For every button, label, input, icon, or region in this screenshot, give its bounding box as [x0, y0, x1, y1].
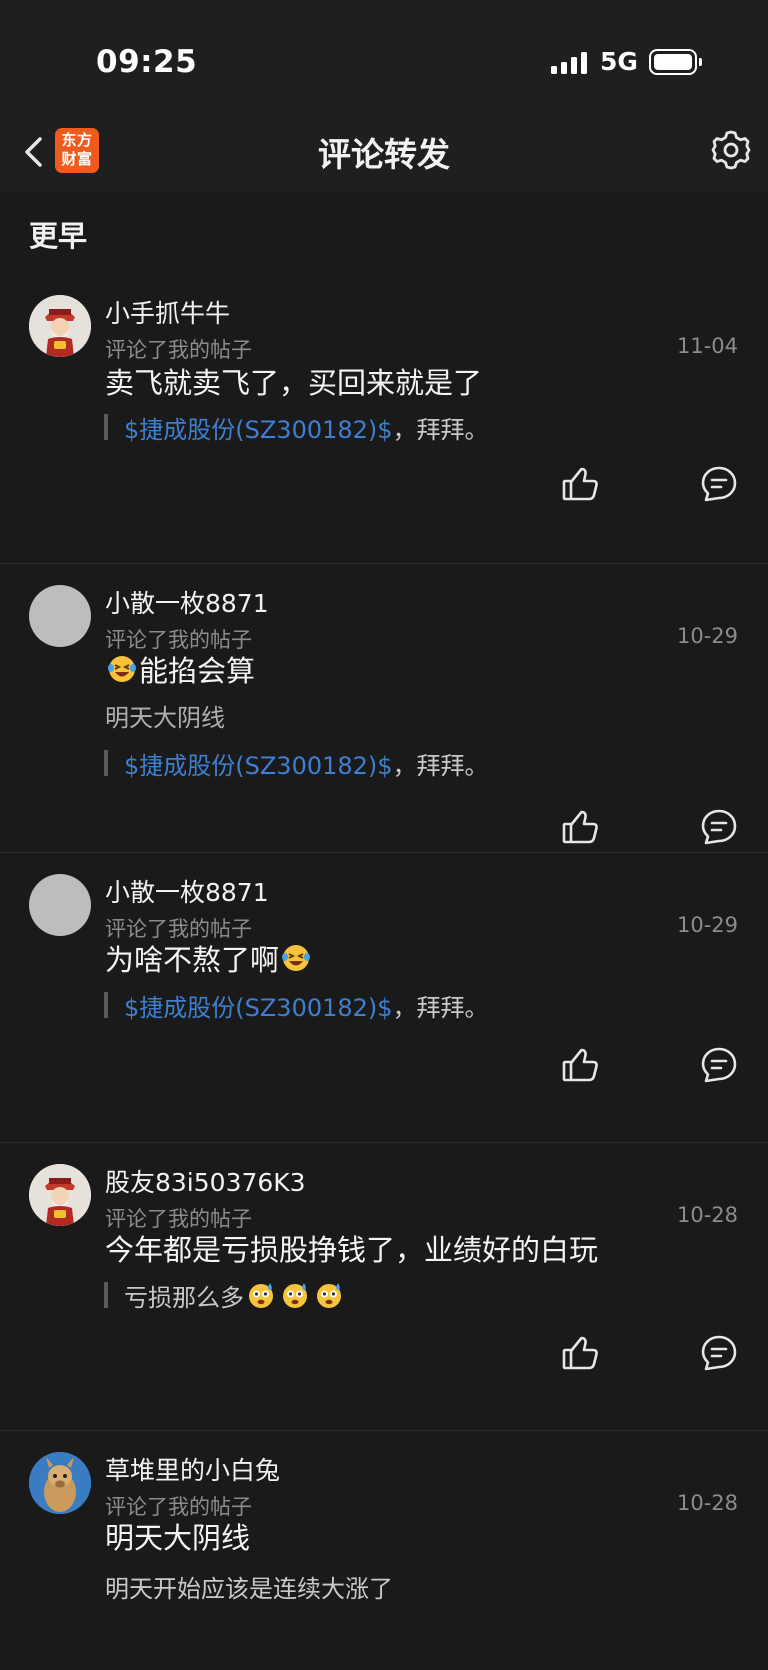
laughing-crying-emoji-icon [108, 656, 136, 682]
reply-button[interactable] [699, 1045, 739, 1085]
reply-button[interactable] [699, 807, 739, 847]
caishen-avatar-icon [29, 295, 91, 357]
timestamp: 10-28 [676, 1203, 738, 1227]
list-item: 小散一枚8871 评论了我的帖子 10-29 能掐会算 明天大阴线 $捷成股份(… [0, 564, 768, 853]
signal-icon [551, 52, 589, 74]
network-type: 5G [600, 47, 638, 76]
comment-content[interactable]: 能掐会算 [105, 648, 255, 690]
list-item: 小手抓牛牛 评论了我的帖子 11-04 卖飞就卖飞了，买回来就是了 $捷成股份(… [0, 274, 768, 564]
avatar[interactable] [29, 295, 91, 357]
quote-bar [104, 1282, 108, 1308]
caishen-avatar-icon [29, 1164, 91, 1226]
thumbs-up-icon [562, 1048, 598, 1082]
thumbs-up-icon [562, 1336, 598, 1370]
quote-text: 亏损那么多 [124, 1283, 244, 1312]
reply-subtext: 明天大阴线 [105, 704, 225, 732]
timestamp: 11-04 [676, 334, 738, 358]
quoted-post[interactable]: 亏损那么多 [104, 1282, 346, 1312]
back-button[interactable] [14, 130, 58, 174]
avatar[interactable] [29, 1452, 91, 1514]
username[interactable]: 草堆里的小白兔 [105, 1451, 280, 1487]
laughing-crying-emoji-icon [282, 945, 311, 971]
app-logo: 东方 财富 [55, 128, 99, 173]
comment-text[interactable]: 卖飞就卖飞了，买回来就是了 [105, 360, 482, 402]
reply-button[interactable] [699, 1333, 739, 1373]
stock-link[interactable]: $捷成股份(SZ300182)$ [124, 410, 393, 445]
timestamp: 10-28 [676, 1491, 738, 1515]
comment-icon [701, 1335, 737, 1371]
quoted-post[interactable]: $捷成股份(SZ300182)$ ，拜拜。 [104, 750, 489, 780]
avatar[interactable] [29, 1164, 91, 1226]
logo-text-line2: 财富 [61, 150, 93, 168]
status-time: 09:25 [96, 44, 198, 80]
nav-bar: 东方 财富 评论转发 [0, 112, 768, 192]
chevron-left-icon [25, 137, 42, 167]
list-item: 小散一枚8871 评论了我的帖子 10-29 为啥不熬了啊 $捷成股份(SZ30… [0, 853, 768, 1143]
quote-bar [104, 992, 108, 1018]
avatar[interactable] [29, 874, 91, 936]
timestamp: 10-29 [676, 624, 738, 648]
list-item: 股友83i50376K3 评论了我的帖子 10-28 今年都是亏损股挣钱了，业绩… [0, 1143, 768, 1431]
username[interactable]: 股友83i50376K3 [105, 1163, 306, 1199]
quoted-post[interactable]: $捷成股份(SZ300182)$ ，拜拜。 [104, 992, 489, 1022]
like-button[interactable] [560, 464, 600, 504]
sweat-emoji-icon [249, 1283, 273, 1308]
stock-link[interactable]: $捷成股份(SZ300182)$ [124, 746, 393, 781]
logo-text-line1: 东方 [61, 131, 93, 149]
comment-icon [701, 1047, 737, 1083]
alpaca-avatar-icon [29, 1452, 91, 1514]
username[interactable]: 小手抓牛牛 [105, 294, 230, 330]
comment-text[interactable]: 明天大阴线 [105, 1515, 250, 1557]
page-title: 评论转发 [318, 135, 450, 174]
comment-icon [701, 466, 737, 502]
comment-text[interactable]: 今年都是亏损股挣钱了，业绩好的白玩 [105, 1227, 598, 1269]
comment-text: 为啥不熬了啊 [105, 943, 280, 977]
quote-bar [104, 414, 108, 440]
comment-text: 能掐会算 [139, 654, 256, 688]
reply-subtext: 明天开始应该是连续大涨了 [105, 1575, 393, 1603]
username[interactable]: 小散一枚8871 [105, 873, 269, 909]
quote-text: ，拜拜。 [392, 415, 489, 444]
gear-icon [711, 130, 751, 170]
quote-text: ，拜拜。 [392, 993, 489, 1022]
comment-feed: 小手抓牛牛 评论了我的帖子 11-04 卖飞就卖飞了，买回来就是了 $捷成股份(… [0, 274, 768, 1670]
stock-link[interactable]: $捷成股份(SZ300182)$ [124, 988, 393, 1023]
quote-text: ，拜拜。 [392, 751, 489, 780]
like-button[interactable] [560, 807, 600, 847]
comment-icon [701, 809, 737, 845]
comment-content[interactable]: 为啥不熬了啊 [105, 937, 313, 979]
sweat-emoji-icon [283, 1283, 307, 1308]
like-button[interactable] [560, 1045, 600, 1085]
username[interactable]: 小散一枚8871 [105, 584, 269, 620]
reply-button[interactable] [699, 464, 739, 504]
status-bar: 09:25 5G [0, 0, 768, 112]
like-button[interactable] [560, 1333, 600, 1373]
sweat-emoji-icon [317, 1283, 341, 1308]
timestamp: 10-29 [676, 913, 738, 937]
list-item: 草堆里的小白兔 评论了我的帖子 10-28 明天大阴线 明天开始应该是连续大涨了 [0, 1431, 768, 1670]
settings-button[interactable] [708, 127, 754, 173]
section-label: 更早 [29, 219, 88, 253]
thumbs-up-icon [562, 810, 598, 844]
quoted-post[interactable]: $捷成股份(SZ300182)$ ，拜拜。 [104, 414, 489, 444]
thumbs-up-icon [562, 467, 598, 501]
avatar[interactable] [29, 585, 91, 647]
quote-bar [104, 750, 108, 776]
battery-icon [649, 49, 702, 75]
